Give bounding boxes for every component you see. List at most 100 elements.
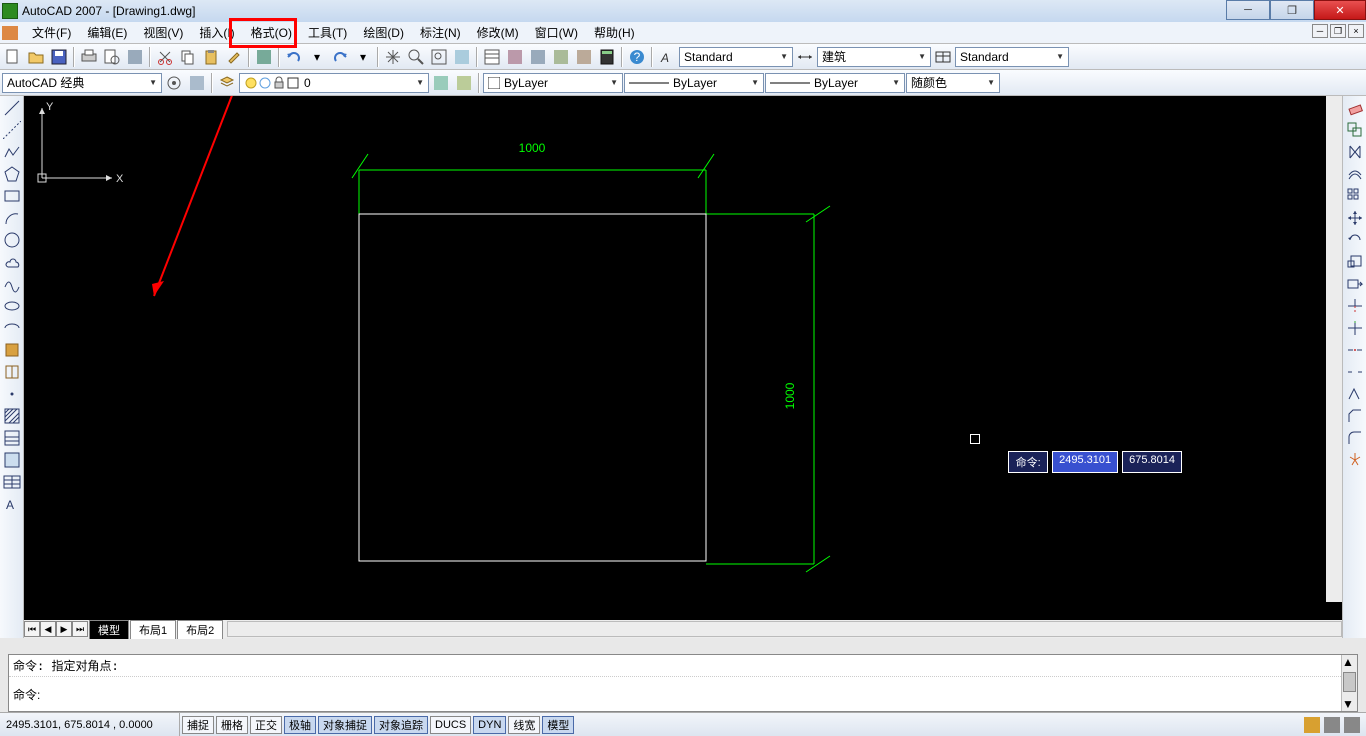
lineweight-combo[interactable]: ByLayer ▼ bbox=[765, 73, 905, 93]
erase-button[interactable] bbox=[1345, 98, 1365, 118]
menu-modify[interactable]: 修改(M) bbox=[469, 22, 527, 43]
command-window[interactable]: 命令: 指定对角点: 命令: ▲ ▼ bbox=[8, 654, 1358, 712]
line-button[interactable] bbox=[2, 98, 22, 118]
minimize-button[interactable]: ─ bbox=[1226, 0, 1270, 20]
stretch-button[interactable] bbox=[1345, 274, 1365, 294]
undo-dropdown[interactable]: ▾ bbox=[306, 46, 328, 68]
workspace-settings-button[interactable] bbox=[163, 72, 185, 94]
construction-line-button[interactable] bbox=[2, 120, 22, 140]
maximize-button[interactable]: ❐ bbox=[1270, 0, 1314, 20]
tab-layout1[interactable]: 布局1 bbox=[130, 620, 176, 639]
menu-view[interactable]: 视图(V) bbox=[135, 22, 191, 43]
move-button[interactable] bbox=[1345, 208, 1365, 228]
close-button[interactable]: ✕ bbox=[1314, 0, 1366, 20]
menu-help[interactable]: 帮助(H) bbox=[586, 22, 643, 43]
break-at-point-button[interactable] bbox=[1345, 340, 1365, 360]
ellipse-button[interactable] bbox=[2, 296, 22, 316]
sheet-set-button[interactable] bbox=[550, 46, 572, 68]
menu-edit[interactable]: 编辑(E) bbox=[79, 22, 135, 43]
insert-block-button[interactable] bbox=[2, 340, 22, 360]
menu-format[interactable]: 格式(O) bbox=[243, 22, 300, 43]
dimstyle-icon[interactable] bbox=[794, 46, 816, 68]
mdi-restore-button[interactable]: ❐ bbox=[1330, 24, 1346, 38]
ortho-toggle[interactable]: 正交 bbox=[250, 716, 282, 734]
command-scrollbar[interactable]: ▲ ▼ bbox=[1341, 655, 1357, 711]
menu-file[interactable]: 文件(F) bbox=[24, 22, 79, 43]
model-toggle[interactable]: 模型 bbox=[542, 716, 574, 734]
polar-toggle[interactable]: 极轴 bbox=[284, 716, 316, 734]
rotate-button[interactable] bbox=[1345, 230, 1365, 250]
coords-readout[interactable]: 2495.3101, 675.8014 , 0.0000 bbox=[0, 713, 180, 736]
extend-button[interactable] bbox=[1345, 318, 1365, 338]
tab-next-button[interactable]: ▶ bbox=[56, 621, 72, 637]
ducs-toggle[interactable]: DUCS bbox=[430, 716, 471, 734]
lock-ui-icon[interactable] bbox=[1324, 717, 1340, 733]
tab-first-button[interactable]: ⏮ bbox=[24, 621, 40, 637]
otrack-toggle[interactable]: 对象追踪 bbox=[374, 716, 428, 734]
arc-button[interactable] bbox=[2, 208, 22, 228]
copy-button[interactable] bbox=[177, 46, 199, 68]
region-button[interactable] bbox=[2, 450, 22, 470]
layer-states-button[interactable] bbox=[453, 72, 475, 94]
plot-button[interactable] bbox=[78, 46, 100, 68]
dyn-toggle[interactable]: DYN bbox=[473, 716, 506, 734]
properties-button[interactable] bbox=[481, 46, 503, 68]
vertical-scrollbar[interactable] bbox=[1326, 96, 1342, 602]
revcloud-button[interactable] bbox=[2, 252, 22, 272]
dimstyle-combo[interactable]: 建筑 ▼ bbox=[817, 47, 931, 67]
tab-layout2[interactable]: 布局2 bbox=[177, 620, 223, 639]
polygon-button[interactable] bbox=[2, 164, 22, 184]
osnap-toggle[interactable]: 对象捕捉 bbox=[318, 716, 372, 734]
cut-button[interactable] bbox=[154, 46, 176, 68]
tablestyle-icon[interactable] bbox=[932, 46, 954, 68]
paste-button[interactable] bbox=[200, 46, 222, 68]
textstyle-combo[interactable]: Standard ▼ bbox=[679, 47, 793, 67]
zoom-window-button[interactable] bbox=[428, 46, 450, 68]
hatch-button[interactable] bbox=[2, 406, 22, 426]
publish-button[interactable] bbox=[124, 46, 146, 68]
ellipse-arc-button[interactable] bbox=[2, 318, 22, 338]
mdi-minimize-button[interactable]: ─ bbox=[1312, 24, 1328, 38]
scroll-down-button[interactable]: ▼ bbox=[1342, 697, 1357, 711]
menu-draw[interactable]: 绘图(D) bbox=[355, 22, 412, 43]
plot-preview-button[interactable] bbox=[101, 46, 123, 68]
workspace-save-button[interactable] bbox=[186, 72, 208, 94]
clean-screen-icon[interactable] bbox=[1344, 717, 1360, 733]
dyn-coord-y[interactable]: 675.8014 bbox=[1122, 451, 1182, 473]
redo-dropdown[interactable]: ▾ bbox=[352, 46, 374, 68]
array-button[interactable] bbox=[1345, 186, 1365, 206]
point-button[interactable] bbox=[2, 384, 22, 404]
offset-button[interactable] bbox=[1345, 164, 1365, 184]
table-button[interactable] bbox=[2, 472, 22, 492]
dyn-coord-x[interactable]: 2495.3101 bbox=[1052, 451, 1118, 473]
horizontal-scrollbar[interactable] bbox=[227, 621, 1342, 637]
markup-button[interactable] bbox=[573, 46, 595, 68]
copy-object-button[interactable] bbox=[1345, 120, 1365, 140]
design-center-button[interactable] bbox=[504, 46, 526, 68]
menu-insert[interactable]: 插入(I) bbox=[191, 22, 242, 43]
layer-combo[interactable]: 0 ▼ bbox=[239, 73, 429, 93]
polyline-button[interactable] bbox=[2, 142, 22, 162]
tab-last-button[interactable]: ⏭ bbox=[72, 621, 88, 637]
mtext-button[interactable]: A bbox=[2, 494, 22, 514]
save-button[interactable] bbox=[48, 46, 70, 68]
drawing-canvas[interactable]: 1000 1000 X Y bbox=[24, 96, 1342, 620]
comm-center-icon[interactable] bbox=[1304, 717, 1320, 733]
spline-button[interactable] bbox=[2, 274, 22, 294]
new-button[interactable] bbox=[2, 46, 24, 68]
chamfer-button[interactable] bbox=[1345, 406, 1365, 426]
grid-toggle[interactable]: 栅格 bbox=[216, 716, 248, 734]
make-block-button[interactable] bbox=[2, 362, 22, 382]
join-button[interactable] bbox=[1345, 384, 1365, 404]
menu-dim[interactable]: 标注(N) bbox=[412, 22, 469, 43]
scale-button[interactable] bbox=[1345, 252, 1365, 272]
break-button[interactable] bbox=[1345, 362, 1365, 382]
trim-button[interactable] bbox=[1345, 296, 1365, 316]
color-combo[interactable]: ByLayer ▼ bbox=[483, 73, 623, 93]
mdi-close-button[interactable]: × bbox=[1348, 24, 1364, 38]
pan-button[interactable] bbox=[382, 46, 404, 68]
workspace-combo[interactable]: AutoCAD 经典 ▼ bbox=[2, 73, 162, 93]
match-properties-button[interactable] bbox=[223, 46, 245, 68]
lwt-toggle[interactable]: 线宽 bbox=[508, 716, 540, 734]
snap-toggle[interactable]: 捕捉 bbox=[182, 716, 214, 734]
